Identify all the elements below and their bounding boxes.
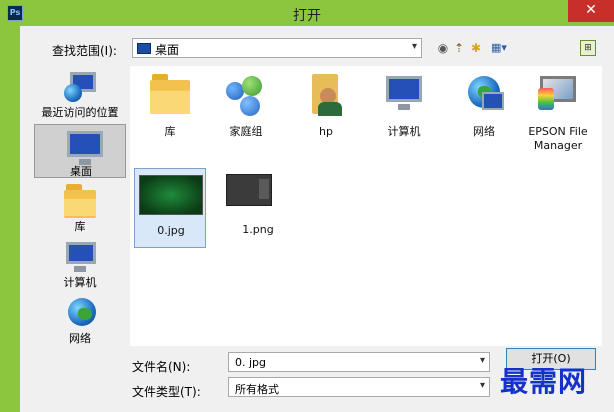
network-icon — [464, 74, 504, 118]
watermark-logo: 最需网 — [500, 365, 588, 398]
file-item-hp[interactable]: hp — [290, 70, 362, 150]
image-thumbnail-icon — [139, 175, 203, 215]
place-label: 桌面 — [70, 165, 92, 178]
library-icon — [64, 184, 96, 218]
place-recent[interactable]: 最近访问的位置 — [34, 66, 126, 120]
file-item-computer[interactable]: 计算机 — [368, 70, 440, 150]
file-label: hp — [319, 125, 333, 138]
chevron-down-icon: ▾ — [479, 380, 485, 391]
file-item-1-png[interactable]: 1.png — [222, 168, 294, 248]
homegroup-icon — [226, 74, 266, 118]
file-item-homegroup[interactable]: 家庭组 — [210, 70, 282, 150]
chevron-down-icon: ▾ — [479, 355, 485, 366]
file-item-0-jpg[interactable]: 0.jpg — [134, 168, 206, 248]
look-in-dropdown[interactable]: 桌面 ▾ — [132, 38, 422, 58]
user-folder-icon — [306, 74, 346, 118]
recent-places-icon — [64, 70, 96, 102]
image-thumbnail-icon — [226, 174, 272, 206]
desktop-icon — [137, 43, 151, 54]
open-dialog: 查找范围(I): 桌面 ▾ ◉ ⇡ ✱ ▦▾ ⊞ 最近访问的位置 桌面 库 计算… — [20, 26, 614, 412]
place-label: 网络 — [69, 332, 91, 345]
filetype-select[interactable]: 所有格式 ▾ — [228, 377, 490, 397]
view-menu-button[interactable]: ▦▾ — [486, 40, 512, 56]
computer-icon — [384, 74, 424, 118]
place-label: 计算机 — [63, 276, 97, 289]
place-library[interactable]: 库 — [34, 180, 126, 234]
file-label: EPSON File Manager — [528, 125, 588, 152]
filetype-value: 所有格式 — [235, 383, 279, 396]
epson-icon — [538, 74, 578, 118]
file-label: 0.jpg — [157, 224, 185, 237]
file-label: 库 — [164, 125, 176, 138]
place-label: 库 — [74, 220, 86, 233]
title-bar: Ps 打开 ✕ — [0, 0, 614, 26]
computer-icon — [64, 240, 96, 272]
file-label: 1.png — [242, 223, 274, 236]
file-label: 网络 — [473, 125, 495, 138]
file-label: 计算机 — [387, 125, 421, 138]
filename-label: 文件名(N): — [132, 360, 191, 374]
new-folder-button[interactable]: ✱ — [468, 40, 484, 56]
look-in-value: 桌面 — [155, 43, 180, 57]
filename-input[interactable]: 0. jpg ▾ — [228, 352, 490, 372]
window-title: 打开 — [293, 8, 321, 24]
network-icon — [64, 296, 96, 326]
back-button[interactable]: ◉ — [436, 40, 450, 56]
places-bar: 最近访问的位置 桌面 库 计算机 网络 — [28, 66, 128, 346]
file-item-epson[interactable]: EPSON File Manager — [522, 70, 598, 152]
look-in-label: 查找范围(I): — [52, 44, 117, 58]
up-one-level-button[interactable]: ⇡ — [452, 40, 466, 56]
file-label: 家庭组 — [229, 125, 263, 138]
filename-value: 0. jpg — [235, 356, 267, 369]
close-button[interactable]: ✕ — [568, 0, 614, 22]
place-desktop[interactable]: 桌面 — [34, 124, 126, 178]
file-item-library[interactable]: 库 — [134, 70, 206, 150]
browse-button[interactable]: ⊞ — [580, 40, 596, 56]
place-label: 最近访问的位置 — [41, 106, 119, 119]
desktop-icon — [65, 129, 103, 165]
filetype-label: 文件类型(T): — [132, 385, 201, 399]
place-computer[interactable]: 计算机 — [34, 236, 126, 290]
file-item-network[interactable]: 网络 — [448, 70, 520, 150]
chevron-down-icon: ▾ — [411, 41, 417, 52]
file-list-view[interactable]: 库 家庭组 hp 计算机 网络 EPSON File Manager 0.jpg… — [130, 66, 602, 346]
library-icon — [150, 74, 190, 118]
place-network[interactable]: 网络 — [34, 292, 126, 346]
